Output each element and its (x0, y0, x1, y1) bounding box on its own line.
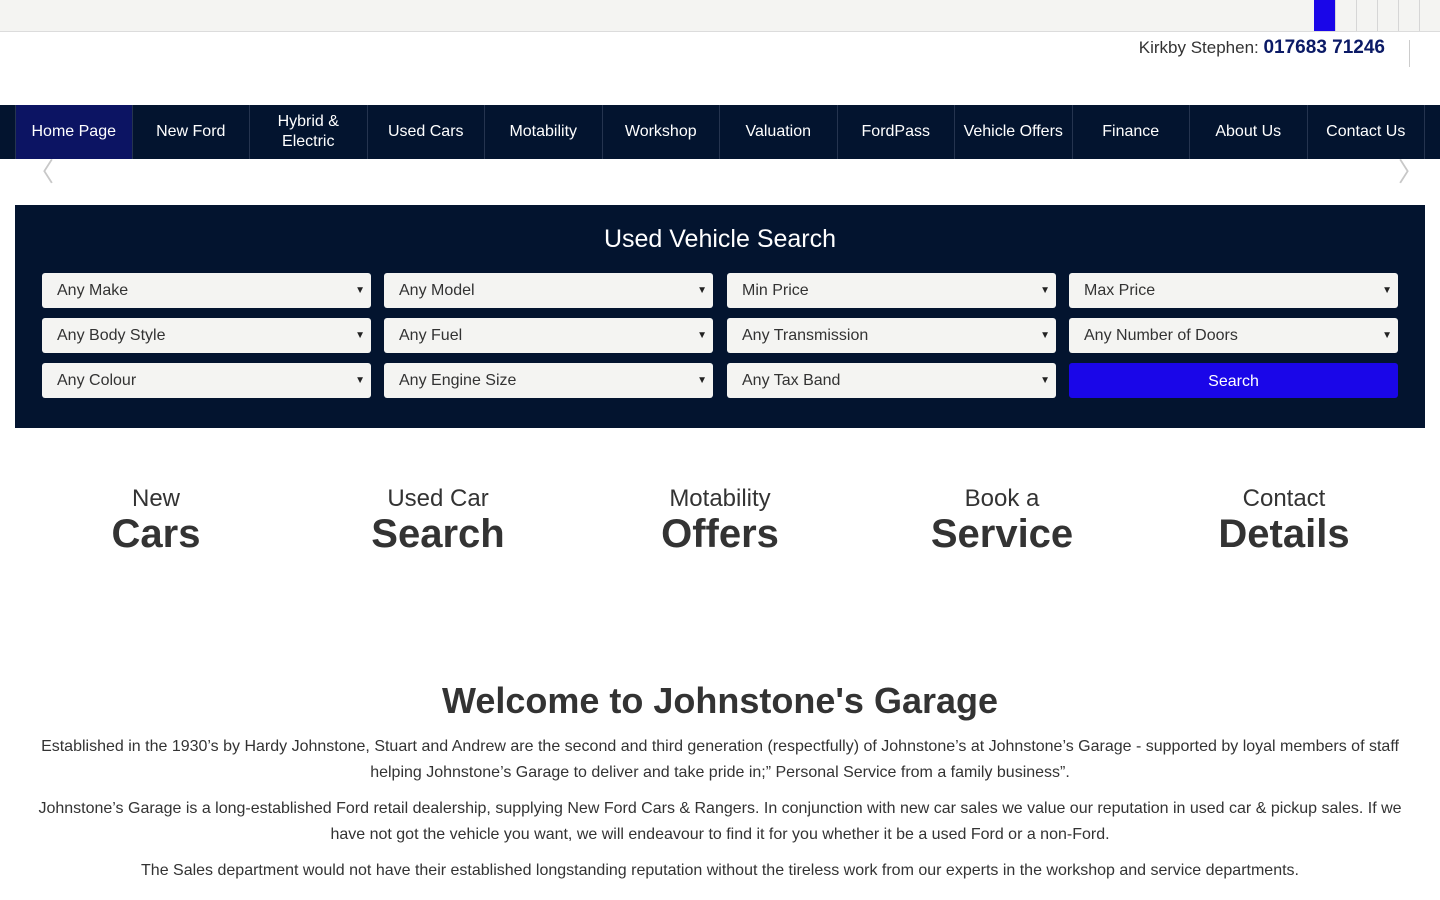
tile-new-cars[interactable]: New Cars (15, 485, 297, 555)
nav-item-label: Hybrid & Electric (277, 113, 339, 150)
tile-book-a-service[interactable]: Book a Service (861, 485, 1143, 555)
nav-item-fordpass[interactable]: FordPass (838, 105, 955, 159)
fuel-select[interactable]: Any Fuel ▼ (384, 318, 713, 353)
nav-item-new-ford[interactable]: New Ford (133, 105, 250, 159)
nav-item-finance[interactable]: Finance (1073, 105, 1190, 159)
transmission-select-value: Any Transmission (742, 327, 869, 344)
doors-select-value: Any Number of Doors (1084, 327, 1238, 344)
tile-motability-offers[interactable]: Motability Offers (579, 485, 861, 555)
colour-select-value: Any Colour (57, 372, 137, 389)
tile-small-text: New (131, 485, 180, 512)
chevron-down-icon: ▼ (697, 285, 707, 296)
welcome-paragraph: The Sales department would not have thei… (141, 862, 1299, 879)
nav-item-label: New Ford (156, 123, 226, 140)
nav-item-about-us[interactable]: About Us (1190, 105, 1308, 159)
chevron-down-icon: ▼ (355, 330, 365, 341)
tile-small-text: Book a (964, 485, 1040, 512)
nav-item-label: Vehicle Offers (963, 123, 1063, 140)
phone-contact: Kirkby Stephen: 017683 71246 (1139, 37, 1385, 59)
social-icon[interactable] (1335, 0, 1356, 31)
max-price-select-value: Max Price (1084, 282, 1156, 299)
welcome-heading: Welcome to Johnstone's Garage (441, 680, 999, 721)
chevron-down-icon: ▼ (1382, 330, 1392, 341)
chevron-down-icon: ▼ (697, 330, 707, 341)
tax-band-select-value: Any Tax Band (742, 372, 841, 389)
chevron-down-icon: ▼ (1040, 285, 1050, 296)
welcome-paragraph: Established in the 1930’s by Hardy Johns… (41, 738, 1399, 781)
tile-used-car-search[interactable]: Used Car Search (297, 485, 579, 555)
nav-item-label: Motability (509, 123, 578, 140)
nav-item-label: Contact Us (1326, 123, 1406, 140)
used-vehicle-search-panel: Used Vehicle Search Any Make ▼ Any Model… (15, 205, 1425, 428)
doors-select[interactable]: Any Number of Doors ▼ (1069, 318, 1398, 353)
main-navigation: Home Page New Ford Hybrid & Electric Use… (0, 105, 1440, 159)
min-price-select-value: Min Price (742, 282, 809, 299)
chevron-down-icon: ▼ (1382, 285, 1392, 296)
tile-large-text: Cars (111, 512, 201, 556)
social-icon[interactable] (1377, 0, 1398, 31)
nav-item-contact-us[interactable]: Contact Us (1308, 105, 1425, 159)
tax-band-select[interactable]: Any Tax Band ▼ (727, 363, 1056, 398)
chevron-down-icon: ▼ (1040, 375, 1050, 386)
chevron-down-icon: ▼ (355, 285, 365, 296)
tile-contact-details[interactable]: Contact Details (1143, 485, 1425, 555)
model-select[interactable]: Any Model ▼ (384, 273, 713, 308)
social-icon-active[interactable] (1314, 0, 1335, 31)
nav-item-workshop[interactable]: Workshop (603, 105, 720, 159)
nav-item-label: Used Cars (387, 123, 464, 140)
header-divider (1409, 40, 1410, 67)
tile-small-text: Used Car (387, 485, 489, 512)
social-icons (1314, 0, 1440, 31)
transmission-select[interactable]: Any Transmission ▼ (727, 318, 1056, 353)
tile-large-text: Service (930, 512, 1074, 556)
nav-item-label: Home Page (31, 123, 117, 140)
tile-small-text: Motability (669, 485, 771, 512)
carousel-prev-icon[interactable]: 〈 (28, 158, 54, 186)
nav-item-label: Finance (1102, 123, 1160, 140)
nav-item-label: Workshop (624, 123, 697, 140)
colour-select[interactable]: Any Colour ▼ (42, 363, 371, 398)
social-icon[interactable] (1356, 0, 1377, 31)
nav-item-home-page[interactable]: Home Page (15, 105, 133, 159)
quick-links: New Cars Used Car Search Motability Offe… (15, 485, 1425, 565)
max-price-select[interactable]: Max Price ▼ (1069, 273, 1398, 308)
body-style-select-value: Any Body Style (57, 327, 166, 344)
engine-size-select-value: Any Engine Size (399, 372, 517, 389)
nav-item-vehicle-offers[interactable]: Vehicle Offers (955, 105, 1073, 159)
model-select-value: Any Model (399, 282, 475, 299)
phone-number-link[interactable]: 017683 71246 (1263, 37, 1385, 58)
tile-small-text: Contact (1242, 485, 1326, 512)
welcome-paragraph: Johnstone’s Garage is a long-established… (38, 800, 1402, 843)
make-select[interactable]: Any Make ▼ (42, 273, 371, 308)
nav-item-motability[interactable]: Motability (485, 105, 603, 159)
top-utility-bar (0, 0, 1440, 32)
chevron-down-icon: ▼ (355, 375, 365, 386)
search-button[interactable]: Search (1069, 363, 1398, 398)
chevron-down-icon: ▼ (697, 375, 707, 386)
nav-item-label: FordPass (861, 123, 930, 140)
nav-item-hybrid-electric[interactable]: Hybrid & Electric (250, 105, 368, 159)
nav-item-used-cars[interactable]: Used Cars (368, 105, 485, 159)
social-icon[interactable] (1419, 0, 1440, 31)
engine-size-select[interactable]: Any Engine Size ▼ (384, 363, 713, 398)
social-icon[interactable] (1398, 0, 1419, 31)
tile-large-text: Search (371, 512, 505, 556)
tile-large-text: Offers (661, 512, 779, 556)
nav-item-label: Valuation (745, 123, 812, 140)
nav-item-label: About Us (1215, 123, 1282, 140)
tile-large-text: Details (1218, 512, 1350, 556)
chevron-down-icon: ▼ (1040, 330, 1050, 341)
carousel-next-icon[interactable]: 〉 (1398, 158, 1424, 186)
fuel-select-value: Any Fuel (399, 327, 463, 344)
min-price-select[interactable]: Min Price ▼ (727, 273, 1056, 308)
location-label: Kirkby Stephen: (1138, 38, 1259, 57)
make-select-value: Any Make (57, 282, 129, 299)
body-style-select[interactable]: Any Body Style ▼ (42, 318, 371, 353)
search-title: Used Vehicle Search (603, 225, 837, 253)
nav-item-valuation[interactable]: Valuation (720, 105, 838, 159)
